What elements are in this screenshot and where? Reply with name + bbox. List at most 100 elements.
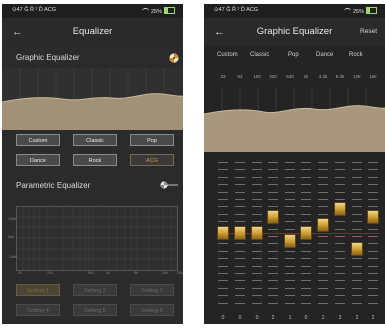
slider-tick (335, 191, 345, 193)
preset-pop-button[interactable]: Pop (130, 134, 174, 146)
slider-tick (235, 162, 245, 163)
band-slider[interactable] (334, 158, 346, 308)
slider-tick (318, 206, 328, 208)
slider-thumb[interactable] (334, 202, 346, 216)
slider-tick (252, 162, 262, 163)
status-bar: ⊙47 Ĝ R̂ ¹ D̂ ACG 25% (2, 4, 183, 18)
slider-tick (252, 273, 262, 274)
slider-tick (218, 265, 228, 267)
slider-tick (368, 295, 378, 297)
slider-tick (318, 258, 328, 260)
slider-thumb[interactable] (217, 226, 229, 240)
wifi-icon (343, 8, 351, 14)
slider-tick (368, 162, 378, 163)
toggle-switch-icon[interactable] (160, 181, 178, 189)
slider-tick (252, 287, 262, 289)
slider-tick (352, 273, 362, 274)
slider-tick (318, 213, 328, 215)
slider-thumb[interactable] (317, 218, 329, 232)
band-slider[interactable] (284, 158, 296, 308)
slider-tick (268, 250, 278, 252)
parametric-grid (17, 207, 177, 270)
battery-text: 25% (352, 9, 364, 15)
preset-tab-dance[interactable]: Dance (316, 52, 333, 58)
preset-custom-button[interactable]: Custom (16, 134, 60, 146)
slider-tick (352, 162, 362, 163)
preset-tab-classic[interactable]: Classic (250, 52, 269, 58)
graphic-eq-label: Graphic Equalizer (16, 53, 80, 62)
slider-tick (285, 258, 295, 260)
preset-acg-button[interactable]: ACG (130, 154, 174, 166)
status-right: 25% (141, 7, 175, 15)
slider-tick (318, 162, 328, 163)
setting-2-button[interactable]: Setting 2 (73, 284, 117, 296)
slider-thumb[interactable] (234, 226, 246, 240)
slider-tick (335, 250, 345, 252)
slider-tick (285, 228, 295, 230)
fan-icon[interactable] (169, 53, 179, 63)
slider-tick (368, 273, 378, 274)
slider-thumb[interactable] (284, 234, 296, 248)
band-frequency-label: 3.2k (318, 74, 328, 79)
setting-5-button[interactable]: Setting 5 (73, 304, 117, 316)
band-slider[interactable] (234, 158, 246, 308)
battery-text: 25% (150, 9, 162, 15)
graph-x-label: 500 (88, 271, 94, 275)
band-slider[interactable] (317, 158, 329, 308)
preset-tab-rock[interactable]: Rock (349, 52, 363, 58)
slider-tick (252, 169, 262, 171)
slider-tick (235, 206, 245, 208)
slider-thumb[interactable] (351, 242, 363, 256)
slider-tick (335, 295, 345, 297)
slider-tick (218, 184, 228, 186)
slider-tick (268, 176, 278, 178)
band-slider[interactable] (300, 158, 312, 308)
slider-thumb[interactable] (251, 226, 263, 240)
slider-tick (335, 243, 345, 245)
parametric-eq-label: Parametric Equalizer (16, 181, 91, 190)
band-slider[interactable] (351, 158, 363, 308)
setting-6-button[interactable]: Setting 6 (130, 304, 174, 316)
slider-tick (218, 258, 228, 260)
slider-tick (252, 199, 262, 200)
preset-tab-custom[interactable]: Custom (217, 52, 238, 58)
equalizer-screen: ⊙47 Ĝ R̂ ¹ D̂ ACG 25% ← Equalizer Graph… (2, 4, 183, 324)
slider-thumb[interactable] (367, 210, 379, 224)
slider-tick (252, 295, 262, 297)
band-slider[interactable] (217, 158, 229, 308)
slider-tick (218, 162, 228, 163)
preset-rock-button[interactable]: Rock (73, 154, 117, 166)
slider-tick (301, 302, 311, 304)
preset-tab-pop[interactable]: Pop (288, 52, 299, 58)
preset-classic-button[interactable]: Classic (73, 134, 117, 146)
parametric-eq-graph[interactable] (16, 206, 178, 271)
slider-tick (335, 302, 345, 304)
setting-3-button[interactable]: Setting 3 (130, 284, 174, 296)
slider-tick (352, 236, 362, 237)
slider-thumb[interactable] (267, 210, 279, 224)
slider-tick (285, 287, 295, 289)
slider-tick (352, 184, 362, 186)
slider-tick (368, 243, 378, 245)
slider-tick (318, 236, 328, 237)
slider-thumb[interactable] (300, 226, 312, 240)
slider-tick (301, 295, 311, 297)
slider-tick (318, 184, 328, 186)
setting-4-button[interactable]: Setting 4 (16, 304, 60, 316)
setting-1-button[interactable]: Setting 1 (16, 284, 60, 296)
slider-tick (335, 287, 345, 289)
band-slider[interactable] (251, 158, 263, 308)
reset-button[interactable]: Reset (360, 28, 377, 35)
slider-tick (268, 302, 278, 304)
eq-curve-preview[interactable] (2, 68, 183, 130)
slider-tick (218, 302, 228, 304)
slider-tick (252, 250, 262, 252)
slider-tick (335, 221, 345, 223)
band-slider[interactable] (367, 158, 379, 308)
band-slider[interactable] (267, 158, 279, 308)
wifi-icon (141, 8, 149, 14)
slider-tick (268, 243, 278, 245)
slider-tick (301, 169, 311, 171)
band-frequency-label: 10k (353, 74, 361, 79)
preset-dance-button[interactable]: Dance (16, 154, 60, 166)
